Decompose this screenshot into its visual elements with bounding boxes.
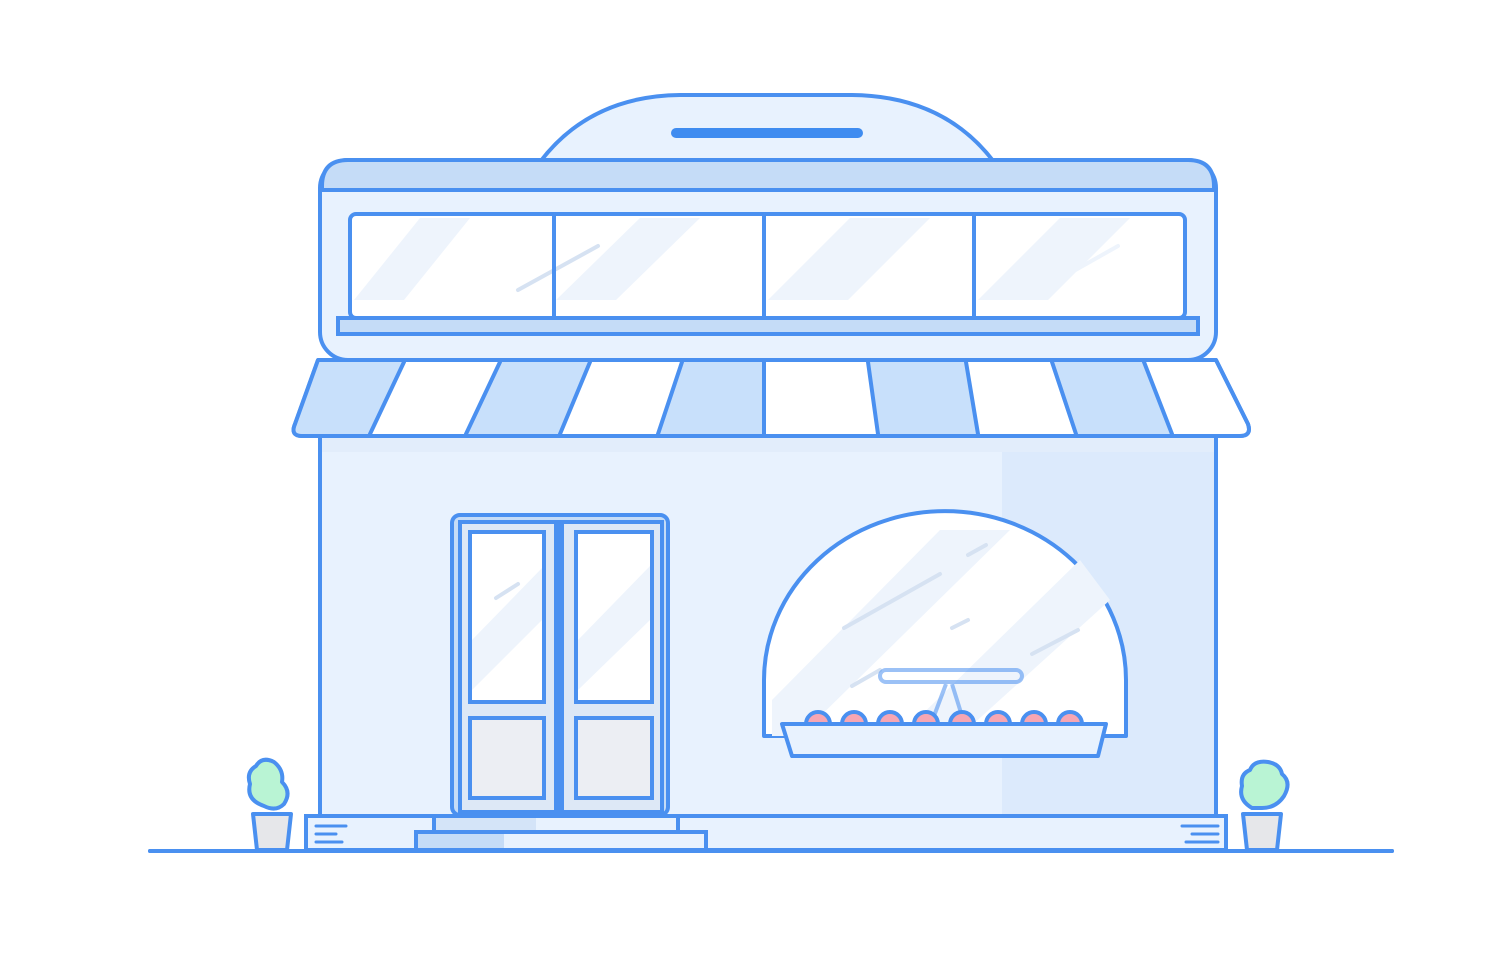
potted-plant-right bbox=[1239, 759, 1290, 852]
striped-awning bbox=[291, 358, 1251, 438]
awning-stripe bbox=[868, 362, 978, 434]
plant-leaves-icon bbox=[1239, 759, 1290, 810]
plant-pot-icon bbox=[251, 812, 293, 852]
awning-shadow bbox=[322, 438, 1214, 452]
double-door bbox=[450, 513, 670, 817]
plant-pot-icon bbox=[1241, 812, 1283, 852]
step-lower-shade bbox=[418, 834, 504, 848]
door-panel-left bbox=[468, 716, 546, 800]
upper-windows bbox=[336, 212, 1200, 336]
window-sill bbox=[336, 316, 1200, 336]
display-tray bbox=[780, 722, 1108, 758]
potted-plant-left bbox=[246, 757, 293, 852]
storefront-illustration bbox=[148, 93, 1394, 853]
plant-leaves-icon bbox=[246, 757, 290, 811]
door-panel-right bbox=[574, 716, 654, 800]
roof-cap bbox=[320, 158, 1216, 192]
step-upper-shade bbox=[436, 818, 536, 830]
